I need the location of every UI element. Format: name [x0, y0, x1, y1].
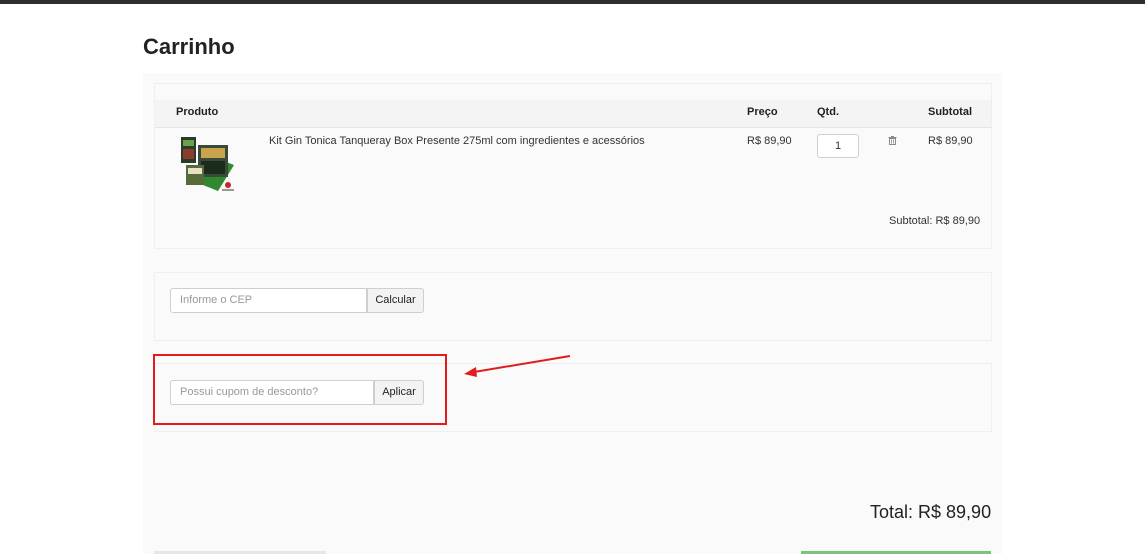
item-price: R$ 89,90 [747, 135, 792, 147]
item-subtotal: R$ 89,90 [928, 135, 973, 147]
cart-table: Produto Preço Qtd. Subtotal Kit Gin Toni… [154, 83, 992, 249]
trash-icon[interactable] [888, 136, 897, 145]
header-qty: Qtd. [817, 106, 839, 118]
cart-table-header [155, 100, 991, 128]
quantity-input[interactable]: 1 [817, 134, 859, 158]
nav-item[interactable] [170, 0, 208, 3]
coupon-highlight-box [153, 354, 447, 425]
calculate-shipping-button[interactable]: Calcular [367, 288, 424, 313]
header-price: Preço [747, 106, 778, 118]
header-subtotal: Subtotal [928, 106, 972, 118]
cep-input[interactable]: Informe o CEP [170, 288, 367, 313]
product-name[interactable]: Kit Gin Tonica Tanqueray Box Presente 27… [269, 135, 645, 147]
header-product: Produto [176, 106, 219, 118]
shipping-panel: Informe o CEP Calcular [154, 272, 992, 341]
product-image[interactable] [178, 135, 236, 193]
page-title: Carrinho [143, 34, 235, 59]
cart-total: Total: R$ 89,90 [870, 502, 992, 522]
annotation-arrow-icon [464, 355, 571, 377]
cart-subtotal: Subtotal: R$ 89,90 [889, 215, 981, 227]
top-nav-cutoff [0, 0, 1145, 3]
